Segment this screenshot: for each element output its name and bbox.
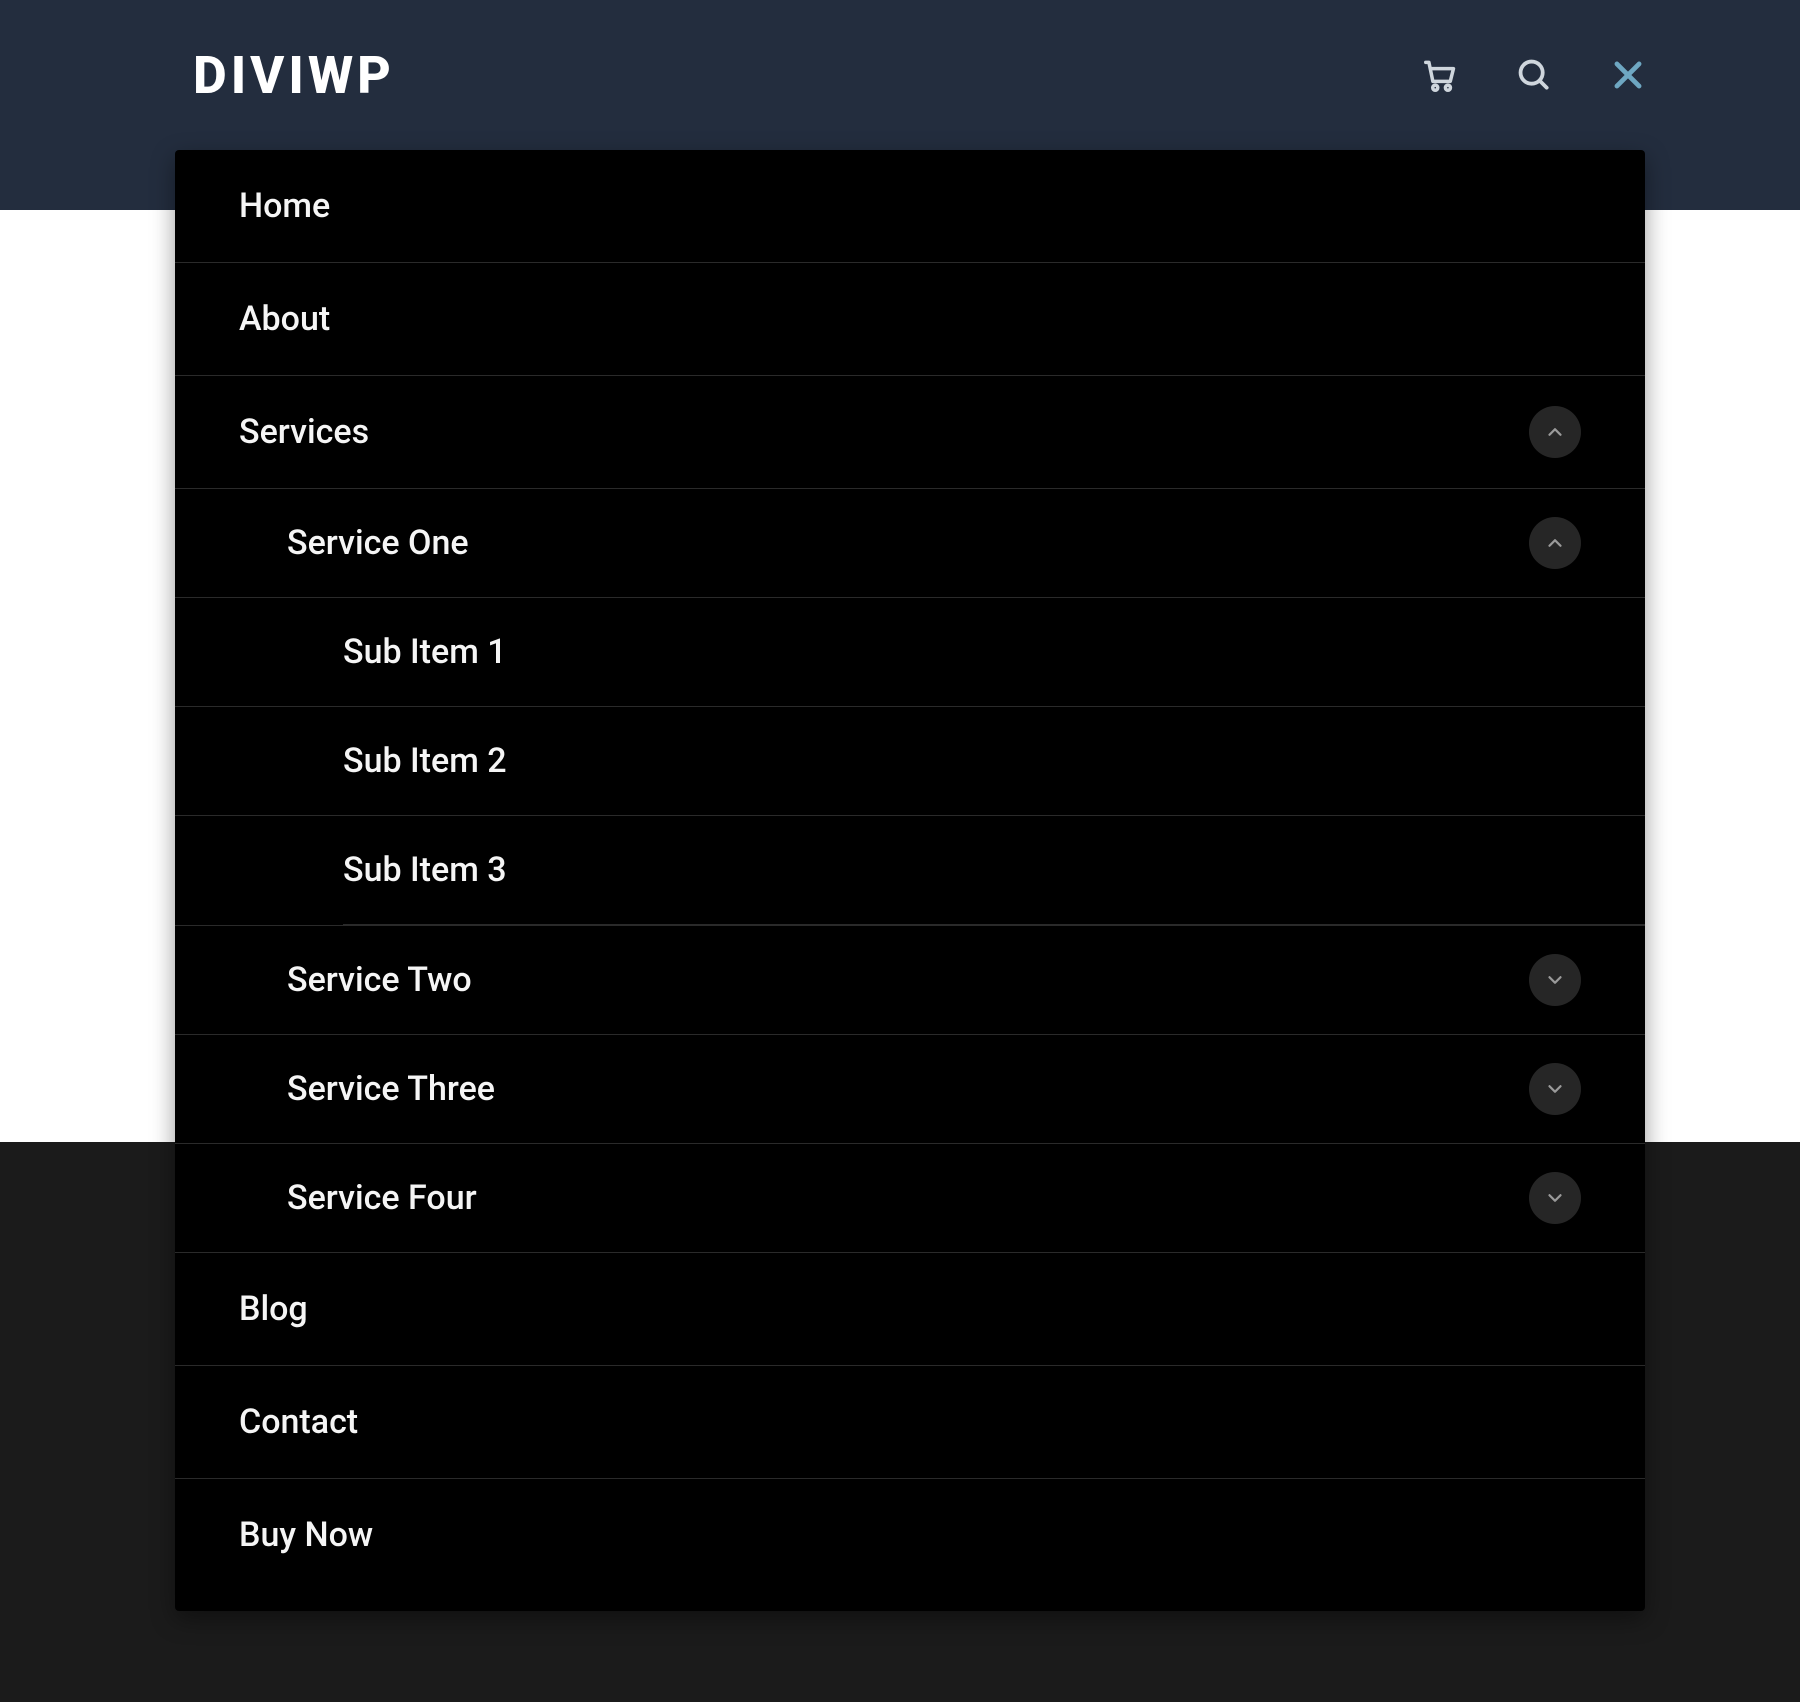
menu-item-label: Contact — [239, 1366, 358, 1478]
menu-item-blog[interactable]: Blog — [175, 1253, 1645, 1366]
menu-item-label: Service Three — [287, 1035, 495, 1143]
menu-item-label: Sub Item 2 — [343, 707, 507, 815]
chevron-up-icon — [1544, 532, 1566, 554]
menu-item-label: Sub Item 1 — [343, 598, 507, 706]
menu-item-sub-1[interactable]: Sub Item 1 — [175, 597, 1645, 706]
menu-item-service-one[interactable]: Service One Sub Item 1 — [175, 488, 1645, 925]
stage: DIVIWP — [0, 0, 1800, 1702]
chevron-down-icon — [1544, 1187, 1566, 1209]
menu-item-service-two[interactable]: Service Two — [175, 925, 1645, 1034]
chevron-up-icon — [1544, 421, 1566, 443]
menu-item-about[interactable]: About — [175, 263, 1645, 376]
expand-toggle[interactable] — [1529, 1063, 1581, 1115]
cart-icon[interactable] — [1418, 53, 1462, 97]
expand-toggle[interactable] — [1529, 954, 1581, 1006]
menu-list: Home About Services S — [175, 150, 1645, 1591]
collapse-toggle[interactable] — [1529, 406, 1581, 458]
menu-item-contact[interactable]: Contact — [175, 1366, 1645, 1479]
submenu-service-one: Sub Item 1 Sub Item 2 Sub Item 3 — [175, 597, 1645, 924]
menu-item-label: Services — [239, 376, 369, 488]
logo-text: DIVIWP — [193, 45, 395, 106]
menu-item-label: Service One — [287, 489, 469, 597]
menu-item-buy-now[interactable]: Buy Now — [175, 1479, 1645, 1591]
menu-item-sub-3[interactable]: Sub Item 3 — [175, 815, 1645, 924]
expand-toggle[interactable] — [1529, 1172, 1581, 1224]
chevron-down-icon — [1544, 969, 1566, 991]
menu-item-label: Home — [239, 150, 330, 262]
menu-item-label: Sub Item 3 — [343, 816, 507, 924]
menu-item-services[interactable]: Services Service One — [175, 376, 1645, 1253]
close-icon[interactable] — [1606, 53, 1650, 97]
logo[interactable]: DIVIWP — [185, 45, 395, 106]
mobile-menu-panel: Home About Services S — [175, 150, 1645, 1611]
menu-item-label: Service Four — [287, 1144, 477, 1252]
menu-item-label: About — [239, 263, 330, 375]
collapse-toggle[interactable] — [1529, 517, 1581, 569]
menu-item-service-three[interactable]: Service Three — [175, 1034, 1645, 1143]
chevron-down-icon — [1544, 1078, 1566, 1100]
header-actions — [1418, 53, 1650, 97]
menu-item-label: Service Two — [287, 926, 472, 1034]
menu-item-home[interactable]: Home — [175, 150, 1645, 263]
menu-item-label: Buy Now — [239, 1479, 373, 1591]
menu-item-service-four[interactable]: Service Four — [175, 1143, 1645, 1252]
menu-item-label: Blog — [239, 1253, 308, 1365]
search-icon[interactable] — [1512, 53, 1556, 97]
menu-item-sub-2[interactable]: Sub Item 2 — [175, 706, 1645, 815]
submenu-services: Service One Sub Item 1 — [175, 488, 1645, 1252]
